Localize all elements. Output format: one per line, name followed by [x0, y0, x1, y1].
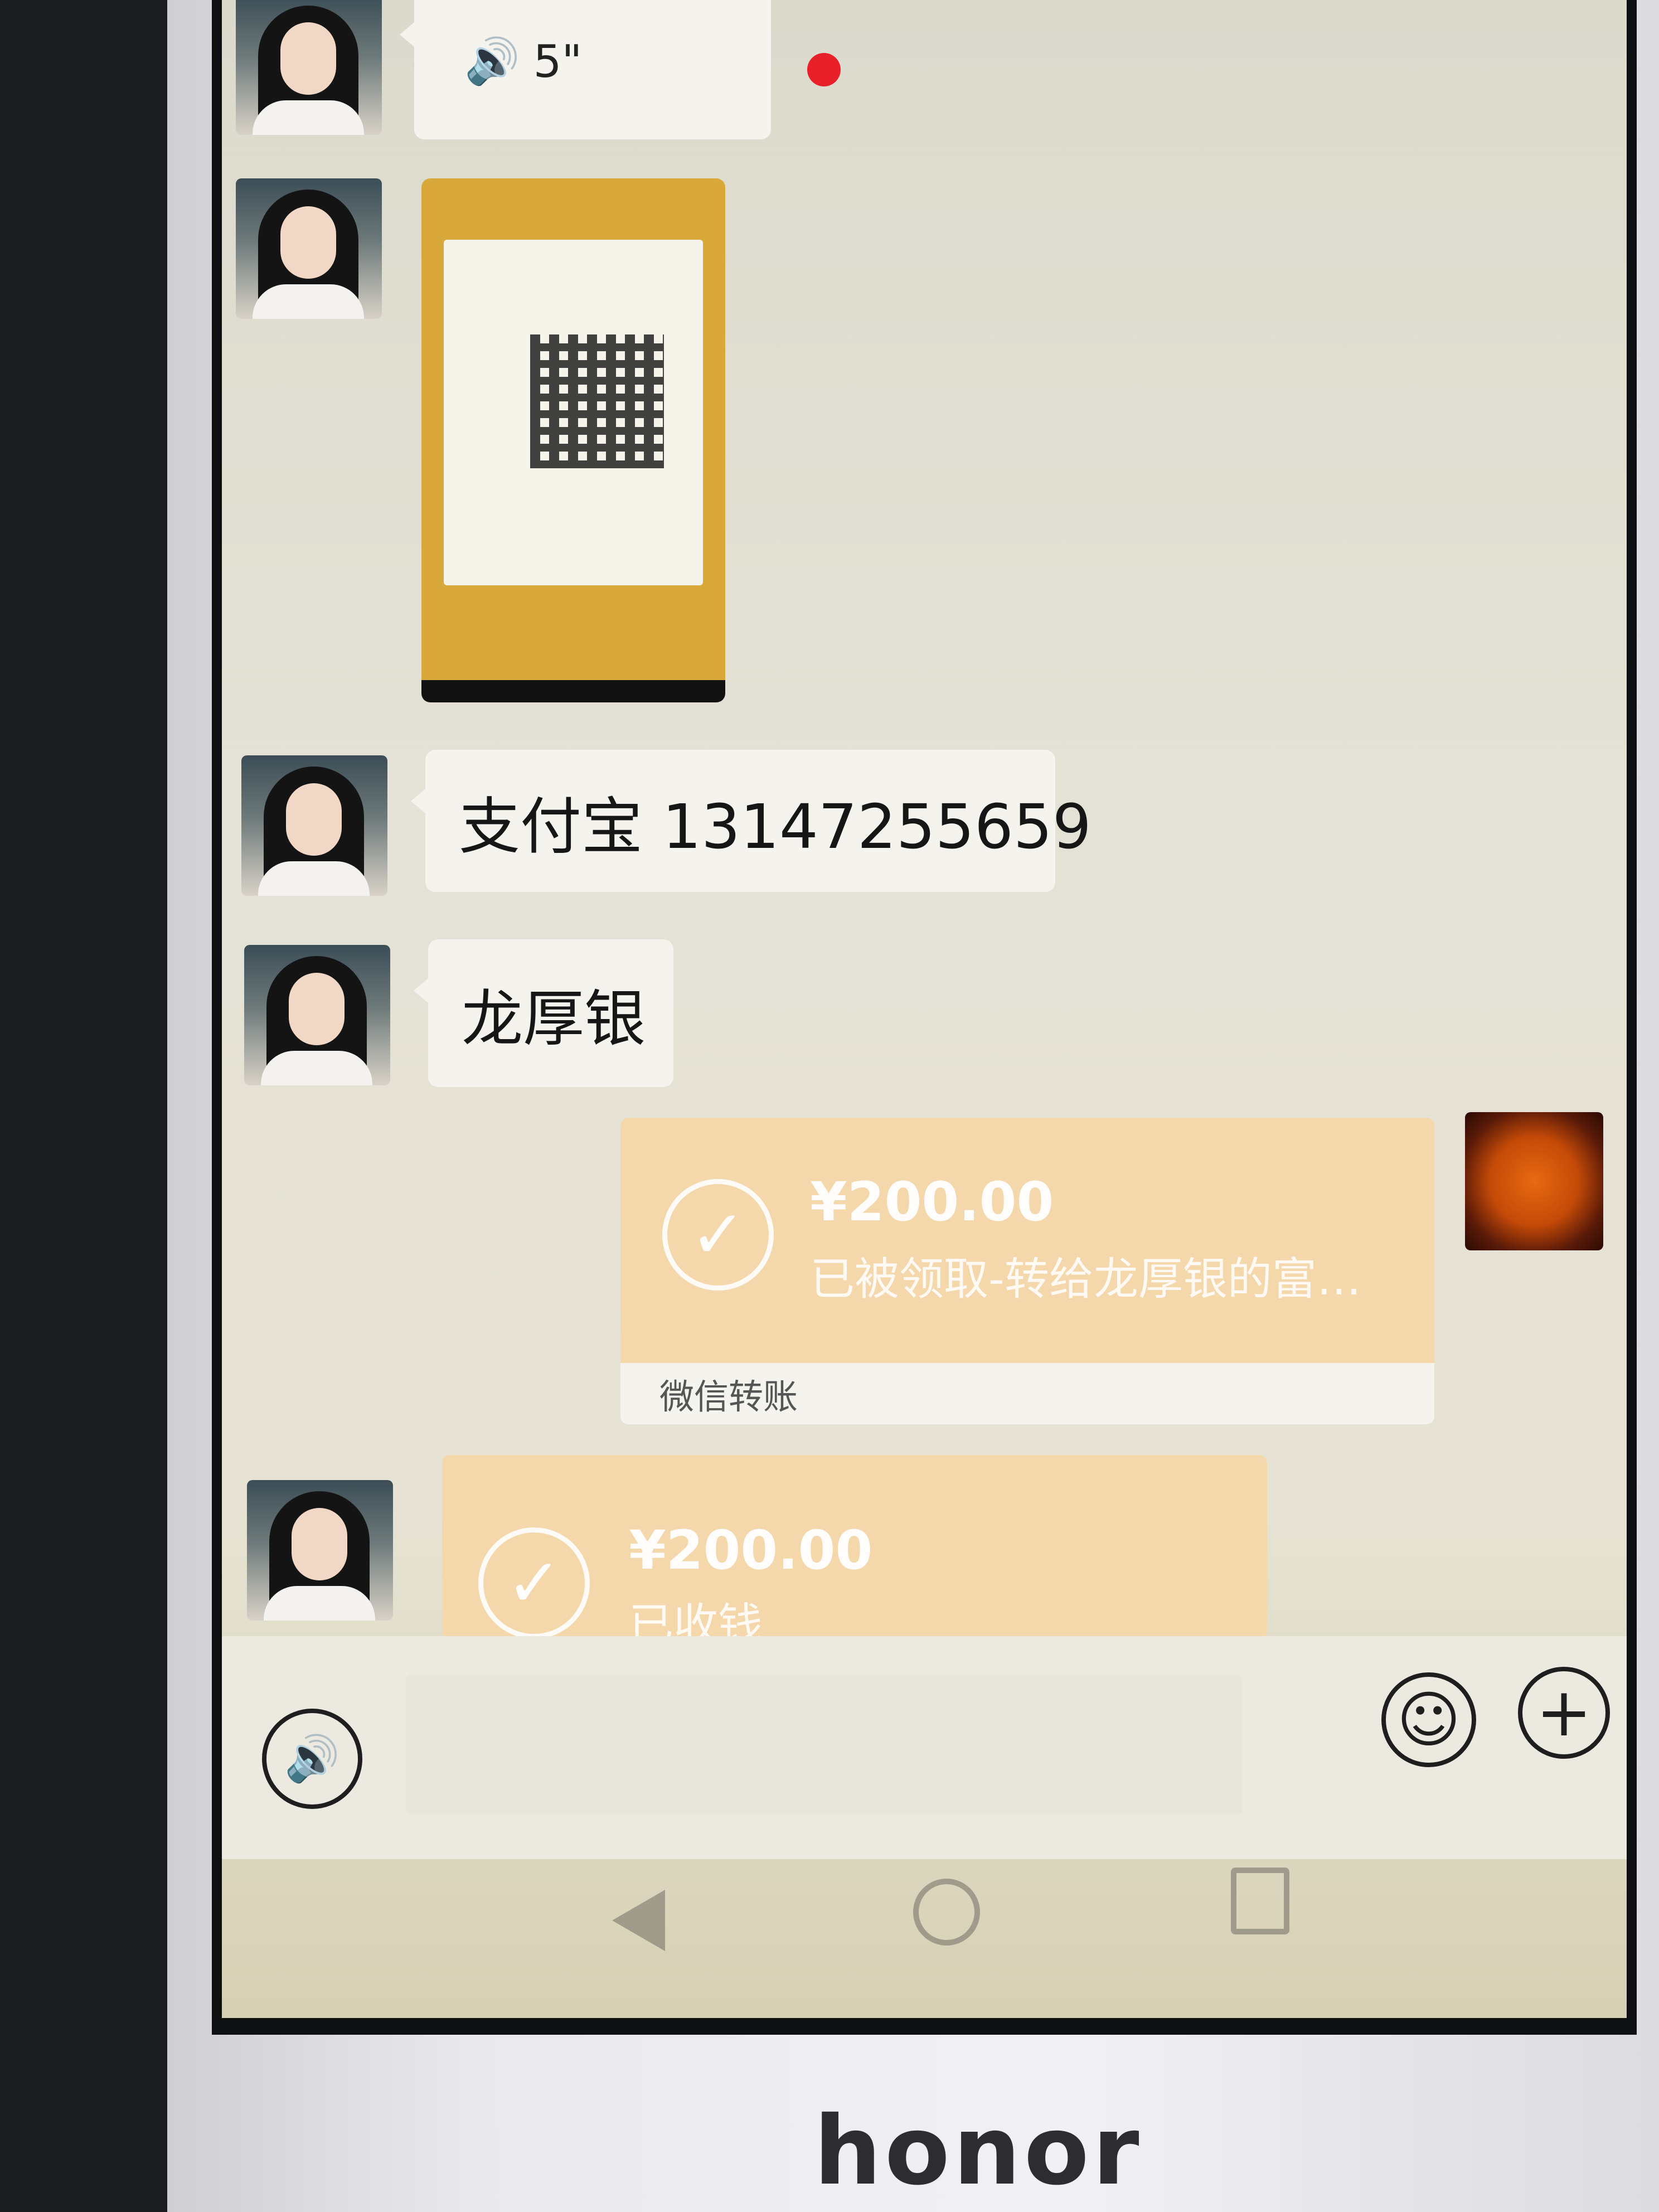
transfer-amount: ¥200.00	[629, 1519, 873, 1582]
avatar[interactable]	[236, 0, 382, 135]
transfer-amount: ¥200.00	[810, 1171, 1054, 1233]
qr-code-image[interactable]	[421, 178, 725, 702]
name-text: 龙厚银	[462, 983, 646, 1055]
text-message-bubble[interactable]: 龙厚银	[414, 939, 673, 1087]
avatar[interactable]	[244, 945, 390, 1085]
transfer-footer-label: 微信转账	[659, 1376, 798, 1417]
transfer-received-card[interactable]: ✓ ¥200.00 已收钱	[442, 1455, 1267, 1639]
voice-wave-icon: 🔊	[464, 35, 520, 87]
input-bar: 🔊 ☺ +	[222, 1636, 1627, 1859]
my-avatar[interactable]	[1465, 1112, 1603, 1250]
message-input[interactable]	[406, 1675, 1242, 1815]
brand-logo: honor	[814, 2096, 1143, 2206]
plus-icon: +	[1536, 1674, 1592, 1752]
qr-code-card	[444, 240, 703, 585]
transfer-sent-card[interactable]: ✓ ¥200.00 已被领取-转给龙厚银的富… 微信转账	[620, 1118, 1434, 1424]
voice-duration: 5"	[533, 35, 583, 88]
more-button[interactable]: +	[1518, 1667, 1610, 1759]
transfer-status: 已收钱	[629, 1599, 763, 1639]
transfer-status: 已被领取-转给龙厚银的富…	[810, 1253, 1361, 1305]
avatar[interactable]	[247, 1480, 393, 1621]
recents-square-icon[interactable]	[1231, 1867, 1289, 1934]
check-icon: ✓	[478, 1527, 590, 1639]
unread-dot	[807, 53, 841, 86]
text-message-bubble[interactable]: 支付宝 13147255659	[411, 750, 1092, 892]
transfer-footer: 微信转账	[620, 1363, 1434, 1424]
emoji-button[interactable]: ☺	[1381, 1672, 1476, 1767]
emoji-icon: ☺	[1396, 1684, 1461, 1755]
chat-screen: 🔊 5" 支付宝 13147255659 龙厚银 ✓ ¥200.00 已被领取-…	[212, 0, 1637, 2035]
home-circle-icon[interactable]	[913, 1879, 980, 1946]
avatar[interactable]	[241, 755, 387, 896]
voice-wave-icon: 🔊	[284, 1733, 340, 1784]
voice-message-bubble[interactable]: 🔊 5"	[400, 0, 771, 139]
avatar[interactable]	[236, 178, 382, 319]
back-triangle-icon[interactable]	[612, 1890, 665, 1951]
qr-code-icon	[530, 334, 664, 468]
check-icon: ✓	[662, 1179, 774, 1291]
voice-input-button[interactable]: 🔊	[262, 1709, 362, 1809]
alipay-account-text: 支付宝 13147255659	[459, 790, 1092, 862]
